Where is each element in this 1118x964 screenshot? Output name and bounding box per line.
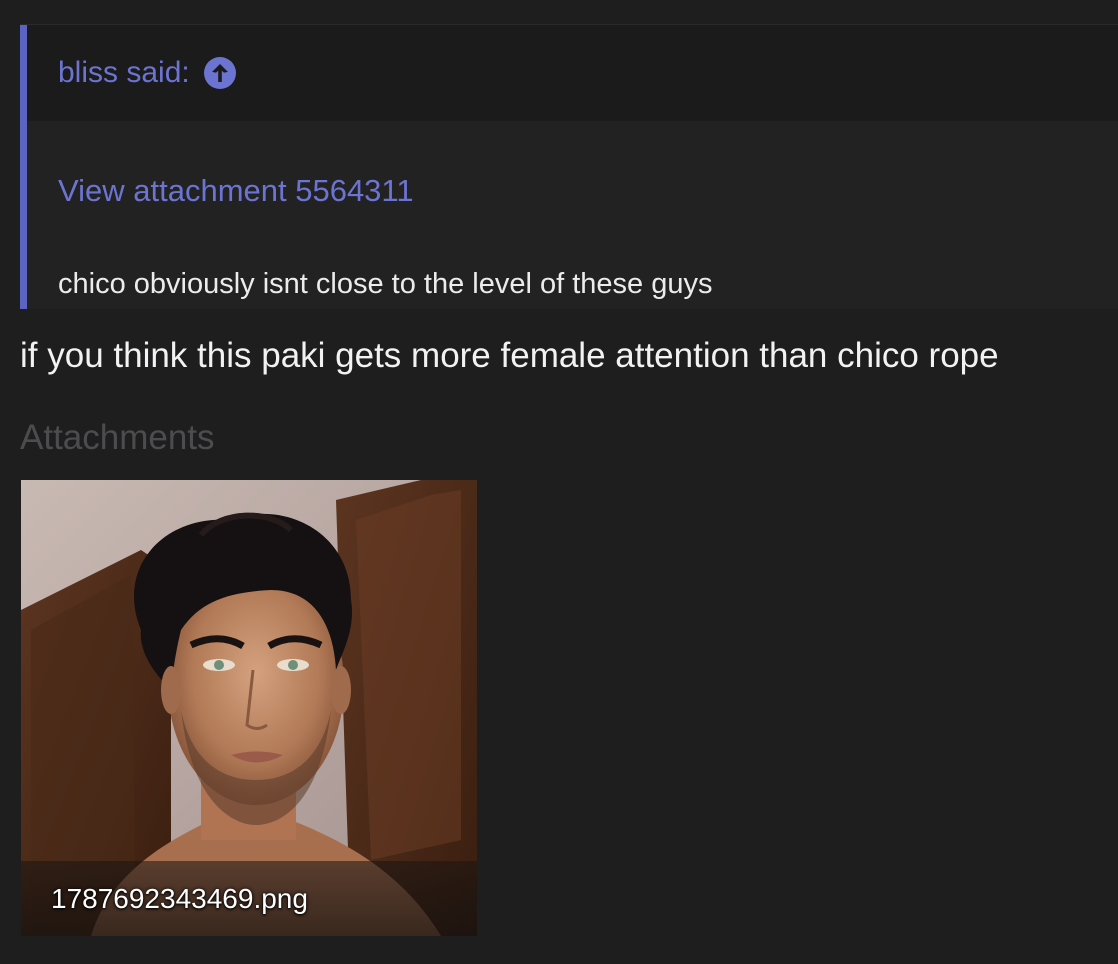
quote-text: chico obviously isnt close to the level … [58, 268, 713, 300]
quote-author-link[interactable]: bliss said: [58, 55, 236, 91]
attachment-filename[interactable]: 1787692343469.png [51, 882, 308, 916]
arrow-up-circle-icon[interactable] [203, 57, 236, 89]
post-content: bliss said: View attachment 5564311 chic… [0, 0, 1118, 964]
quote-block: bliss said: View attachment 5564311 chic… [20, 25, 1118, 309]
post-message: if you think this paki gets more female … [20, 336, 999, 375]
view-attachment-link[interactable]: View attachment 5564311 [58, 173, 414, 209]
quote-author-label[interactable]: bliss said: [58, 55, 190, 91]
attachments-heading: Attachments [20, 418, 215, 457]
attachment-thumbnail[interactable]: 1787692343469.png [21, 480, 477, 936]
